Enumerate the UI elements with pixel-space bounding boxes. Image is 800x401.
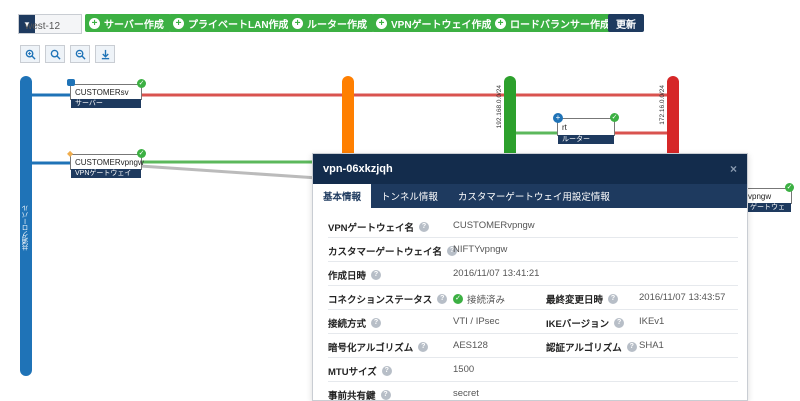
router-node-name: rt — [562, 123, 567, 132]
field-label: VPNゲートウェイ名? — [328, 220, 430, 234]
help-icon[interactable]: ? — [626, 342, 637, 352]
check-circle-icon: ✓ — [453, 294, 463, 304]
conn-status-text: 接続済み — [467, 295, 506, 306]
created-value: 2016/11/07 13:41:21 — [453, 268, 540, 279]
help-icon[interactable]: ? — [380, 390, 391, 400]
field-row: VPNゲートウェイ名? CUSTOMERvpngw — [328, 214, 738, 238]
auth-label: 認証アルゴリズム — [546, 343, 622, 354]
server-icon — [67, 79, 75, 86]
network1-label: 192.168.0.0/24 — [496, 85, 503, 129]
status-ok-icon: ✓ — [610, 113, 619, 122]
vpn-gateway-node-name: CUSTOMERvpngw — [75, 158, 144, 167]
vpn-icon: ◆ — [67, 149, 74, 158]
router-node[interactable]: + rt ルーター ✓ — [553, 113, 619, 144]
help-icon[interactable]: ? — [381, 366, 392, 376]
field-label: カスタマーゲートウェイ名? — [328, 244, 458, 258]
conn-type-value: VTI / IPsec — [453, 316, 500, 327]
conn-type-label: 接続方式 — [328, 319, 367, 330]
vpn-gateway-node[interactable]: ◆ CUSTOMERvpngw VPNゲートウェイ ✓ — [67, 149, 146, 178]
field-row: コネクションステータス? ✓ 接続済み 最終変更日時? 2016/11/07 13… — [328, 286, 738, 310]
tab-basic-info[interactable]: 基本情報 — [313, 184, 372, 208]
ike-version-label: IKEバージョン — [546, 319, 610, 330]
encryption-label: 暗号化アルゴリズム — [328, 343, 414, 354]
panel-tabs: 基本情報 トンネル情報 カスタマーゲートウェイ用設定情報 — [313, 184, 747, 208]
field-row: 事前共有鍵? secret — [328, 382, 738, 401]
field-row: 暗号化アルゴリズム? AES128 認証アルゴリズム? SHA1 — [328, 334, 738, 358]
field-label: MTUサイズ? — [328, 364, 392, 378]
auth-value: SHA1 — [639, 340, 664, 351]
field-row: 接続方式? VTI / IPsec IKEバージョン? IKEv1 — [328, 310, 738, 334]
field-label: 認証アルゴリズム? — [546, 340, 637, 354]
conn-status-label: コネクションステータス — [328, 295, 433, 306]
vpn-detail-panel: vpn-06xkzjqh × 基本情報 トンネル情報 カスタマーゲートウェイ用設… — [312, 153, 748, 401]
help-icon[interactable]: ? — [371, 318, 382, 328]
panel-header: vpn-06xkzjqh × — [313, 154, 747, 184]
help-icon[interactable]: ? — [371, 270, 382, 280]
global-network-label: 共通グローバル — [23, 205, 30, 251]
psk-value: secret — [453, 388, 479, 399]
network2-label: 172.16.0.0/24 — [659, 85, 666, 125]
vpn-gw-name-label: VPNゲートウェイ名 — [328, 223, 415, 234]
vpn-gw-name-value: CUSTOMERvpngw — [453, 220, 535, 231]
link-vpngw-gray — [139, 164, 319, 180]
tab-tunnel-info[interactable]: トンネル情報 — [371, 184, 448, 208]
psk-label: 事前共有鍵 — [328, 391, 376, 401]
help-icon[interactable]: ? — [614, 318, 625, 328]
help-icon[interactable]: ? — [419, 222, 430, 232]
field-label: IKEバージョン? — [546, 316, 625, 330]
mtu-label: MTUサイズ — [328, 367, 377, 378]
mtu-value: 1500 — [453, 364, 475, 375]
help-icon[interactable]: ? — [608, 294, 619, 304]
panel-title: vpn-06xkzjqh — [323, 163, 393, 175]
help-icon[interactable]: ? — [418, 342, 429, 352]
server-node[interactable]: CUSTOMERsv サーバー ✓ — [67, 79, 146, 108]
server-node-type: サーバー — [71, 99, 141, 108]
status-ok-icon: ✓ — [137, 79, 146, 88]
field-row: 作成日時? 2016/11/07 13:41:21 — [328, 262, 738, 286]
customer-gw-name-value: NIFTYvpngw — [453, 244, 508, 255]
encryption-value: AES128 — [453, 340, 488, 351]
field-label: 最終変更日時? — [546, 292, 619, 306]
help-icon[interactable]: ? — [437, 294, 448, 304]
conn-status-value: ✓ 接続済み — [453, 292, 505, 306]
customer-gw-name-label: カスタマーゲートウェイ名 — [328, 247, 443, 258]
customer-gateway-node-type: ゲートウェ — [746, 203, 791, 212]
field-row: MTUサイズ? 1500 — [328, 358, 738, 382]
field-label: 暗号化アルゴリズム? — [328, 340, 429, 354]
customer-gateway-node[interactable]: vpngw ゲートウェ ✓ — [746, 183, 794, 212]
status-ok-icon: ✓ — [785, 183, 794, 192]
vpn-gateway-node-type: VPNゲートウェイ — [71, 169, 141, 178]
created-label: 作成日時 — [328, 271, 367, 282]
close-icon[interactable]: × — [730, 162, 737, 176]
last-modified-label: 最終変更日時 — [546, 295, 604, 306]
field-label: 接続方式? — [328, 316, 382, 330]
field-label: 作成日時? — [328, 268, 382, 282]
ike-version-value: IKEv1 — [639, 316, 665, 327]
last-modified-value: 2016/11/07 13:43:57 — [639, 292, 726, 303]
tab-customer-gateway-settings[interactable]: カスタマーゲートウェイ用設定情報 — [448, 184, 620, 208]
field-label: 事前共有鍵? — [328, 388, 391, 401]
status-ok-icon: ✓ — [137, 149, 146, 158]
server-node-name: CUSTOMERsv — [75, 88, 129, 97]
router-icon: + — [553, 113, 563, 123]
field-row: カスタマーゲートウェイ名? NIFTYvpngw — [328, 238, 738, 262]
field-label: コネクションステータス? — [328, 292, 448, 306]
customer-gateway-node-name: vpngw — [748, 192, 772, 201]
router-node-type: ルーター — [558, 135, 614, 144]
